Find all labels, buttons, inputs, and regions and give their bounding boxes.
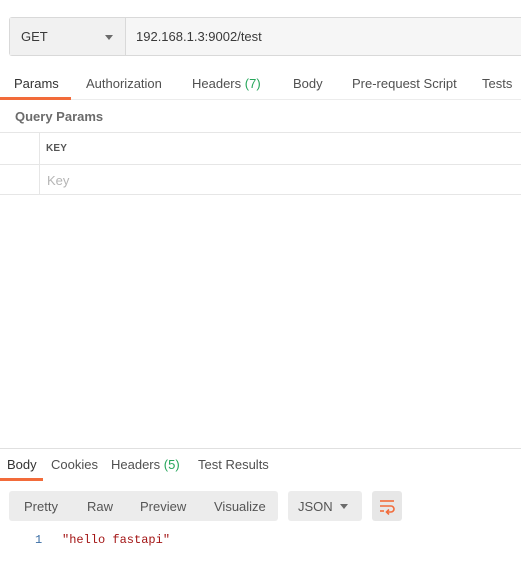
response-code-line: 1 "hello fastapi"	[0, 532, 521, 550]
raw-button[interactable]: Raw	[87, 499, 113, 514]
query-params-table: KEY	[0, 132, 521, 195]
method-select[interactable]: GET	[10, 18, 126, 55]
format-select[interactable]: JSON	[288, 491, 362, 521]
chevron-down-icon	[340, 504, 348, 509]
response-active-tab-indicator	[0, 478, 43, 481]
format-label: JSON	[298, 499, 333, 514]
tab-body[interactable]: Body	[293, 76, 323, 91]
response-tab-body[interactable]: Body	[7, 457, 37, 472]
key-column-header: KEY	[46, 143, 68, 154]
headers-count-badge: (7)	[244, 76, 261, 91]
visualize-button[interactable]: Visualize	[214, 499, 266, 514]
response-headers-count-badge: (5)	[163, 457, 180, 472]
tab-authorization[interactable]: Authorization	[86, 76, 162, 91]
url-bar: GET	[9, 17, 521, 56]
response-tab-cookies[interactable]: Cookies	[51, 457, 98, 472]
tab-pre-request-script[interactable]: Pre-request Script	[352, 76, 457, 91]
response-tab-headers-label: Headers	[111, 457, 161, 472]
tab-params[interactable]: Params	[14, 76, 59, 91]
response-body-text: "hello fastapi"	[62, 533, 171, 547]
chevron-down-icon	[105, 35, 113, 40]
table-header-row: KEY	[0, 133, 521, 164]
url-input[interactable]	[126, 18, 521, 55]
param-key-input[interactable]	[41, 165, 521, 195]
active-tab-indicator	[0, 97, 71, 100]
response-tab-test-results[interactable]: Test Results	[198, 457, 269, 472]
response-tabs: Body Cookies Headers (5) Test Results	[0, 449, 521, 480]
tab-tests[interactable]: Tests	[482, 76, 512, 91]
query-params-title: Query Params	[15, 109, 104, 124]
response-view-group: Pretty Raw Preview Visualize	[9, 491, 278, 521]
tab-headers-label: Headers	[192, 76, 242, 91]
tab-headers[interactable]: Headers (7)	[192, 76, 261, 91]
table-row	[0, 164, 521, 195]
pretty-button[interactable]: Pretty	[24, 499, 58, 514]
checkbox-column	[0, 133, 40, 164]
preview-button[interactable]: Preview	[140, 499, 186, 514]
wrap-lines-icon	[380, 500, 395, 515]
wrap-lines-button[interactable]	[372, 491, 402, 521]
line-number: 1	[35, 533, 43, 547]
request-tabs: Params Authorization Headers (7) Body Pr…	[0, 68, 521, 100]
response-tab-headers[interactable]: Headers (5)	[111, 457, 180, 472]
row-checkbox[interactable]	[0, 165, 40, 195]
method-label: GET	[21, 29, 48, 44]
